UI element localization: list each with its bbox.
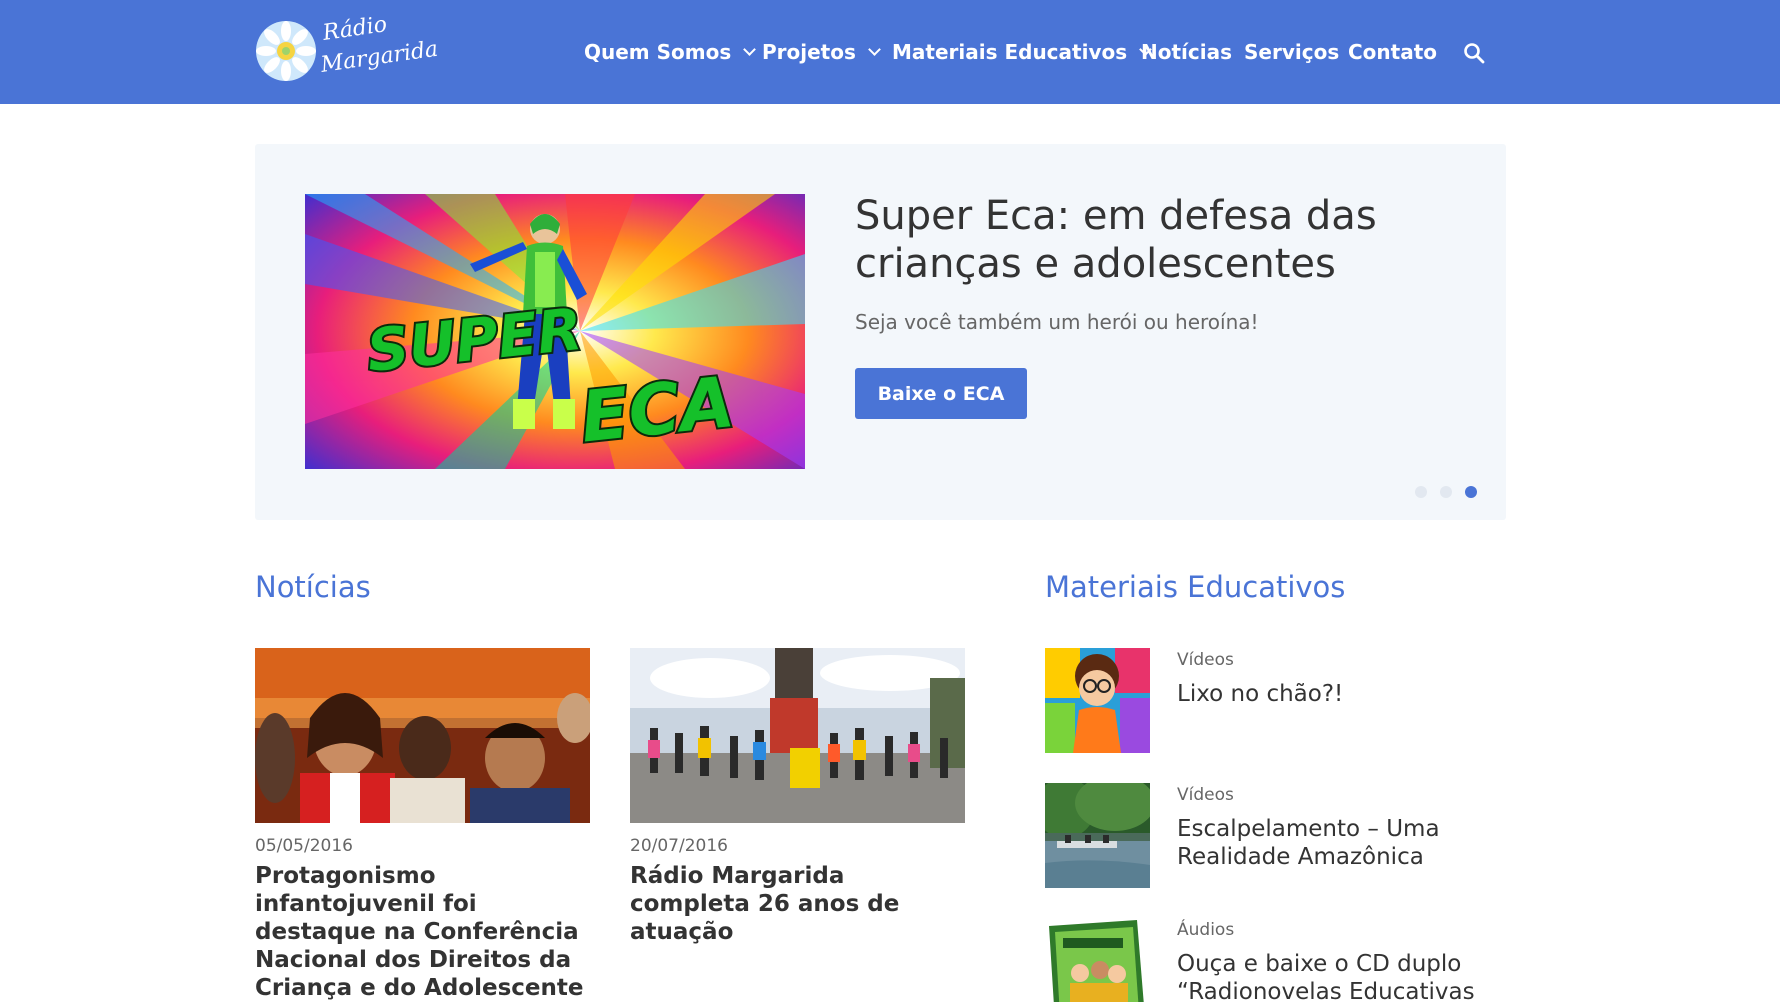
materials-heading[interactable]: Materiais Educativos <box>1045 570 1345 604</box>
news-card[interactable]: 05/05/2016 Protagonismo infantojuvenil f… <box>255 648 590 1002</box>
nav-projetos[interactable]: Projetos <box>762 40 881 64</box>
slider-dots <box>1415 486 1477 498</box>
material-thumbnail[interactable] <box>1045 648 1150 753</box>
download-eca-button[interactable]: Baixe o ECA <box>855 368 1027 419</box>
chevron-down-icon <box>868 43 881 56</box>
news-heading[interactable]: Notícias <box>255 570 371 604</box>
news-date: 05/05/2016 <box>255 836 353 856</box>
material-thumbnail[interactable] <box>1045 783 1150 888</box>
material-title[interactable]: Escalpelamento – Uma Realidade Amazônica <box>1177 815 1487 871</box>
news-image[interactable] <box>255 648 590 823</box>
news-title[interactable]: Protagonismo infantojuvenil foi destaque… <box>255 862 590 1002</box>
nav-contato[interactable]: Contato <box>1348 40 1437 64</box>
news-card[interactable]: 20/07/2016 Rádio Margarida completa 26 a… <box>630 648 965 946</box>
material-category: Vídeos <box>1177 650 1234 670</box>
material-item[interactable]: Vídeos Escalpelamento – Uma Realidade Am… <box>1045 783 1495 893</box>
site-logo[interactable]: Rádio Margarida <box>255 12 445 88</box>
daisy-logo-icon <box>256 21 316 81</box>
chevron-down-icon <box>743 43 757 56</box>
nav-noticias[interactable]: Notícias <box>1141 40 1232 64</box>
material-category: Vídeos <box>1177 785 1234 805</box>
material-title[interactable]: Ouça e baixe o CD duplo “Radionovelas Ed… <box>1177 950 1487 1002</box>
cd-case-thumbnail <box>1045 918 1150 1002</box>
super-eca-illustration: SUPER ECA <box>305 194 805 469</box>
slider-dot[interactable] <box>1440 486 1452 498</box>
material-item[interactable]: Vídeos Lixo no chão?! <box>1045 648 1495 758</box>
hero-title: Super Eca: em defesa das crianças e adol… <box>855 193 1377 287</box>
news-image[interactable] <box>630 648 965 823</box>
news-date: 20/07/2016 <box>630 836 728 856</box>
slider-dot[interactable] <box>1415 486 1427 498</box>
slider-dot[interactable] <box>1465 486 1477 498</box>
nav-servicos[interactable]: Serviços <box>1244 40 1339 64</box>
nav-label: Contato <box>1348 40 1438 64</box>
site-header: Rádio Margarida Quem Somos Projetos Mate… <box>0 0 1780 104</box>
hero-subtitle: Seja você também um herói ou heroína! <box>855 310 1259 334</box>
nav-quem-somos[interactable]: Quem Somos <box>584 40 757 64</box>
children-conference-photo <box>255 648 590 823</box>
nav-label: Notícias <box>1141 40 1233 64</box>
nav-label: Quem Somos <box>584 40 732 64</box>
material-category: Áudios <box>1177 920 1235 940</box>
nav-materiais-educativos[interactable]: Materiais Educativos <box>892 40 1153 64</box>
nav-label: Serviços <box>1244 40 1340 64</box>
search-icon[interactable] <box>1463 42 1485 64</box>
nav-label: Projetos <box>762 40 856 64</box>
hero-image[interactable]: SUPER ECA <box>305 194 805 469</box>
news-title[interactable]: Rádio Margarida completa 26 anos de atua… <box>630 862 965 946</box>
material-thumbnail[interactable] <box>1045 918 1150 1002</box>
street-parade-photo <box>630 648 965 823</box>
hero-image-text-eca: ECA <box>577 361 738 459</box>
nav-label: Materiais Educativos <box>892 40 1128 64</box>
river-boat-thumbnail <box>1045 783 1150 888</box>
material-title[interactable]: Lixo no chão?! <box>1177 680 1487 708</box>
hero-slider: SUPER ECA Super Eca: em defesa das crian… <box>255 144 1506 520</box>
material-item[interactable]: Áudios Ouça e baixe o CD duplo “Radionov… <box>1045 918 1495 1002</box>
cartoon-boy-thumbnail <box>1045 648 1150 753</box>
logo-wordmark: Rádio Margarida <box>319 12 439 80</box>
